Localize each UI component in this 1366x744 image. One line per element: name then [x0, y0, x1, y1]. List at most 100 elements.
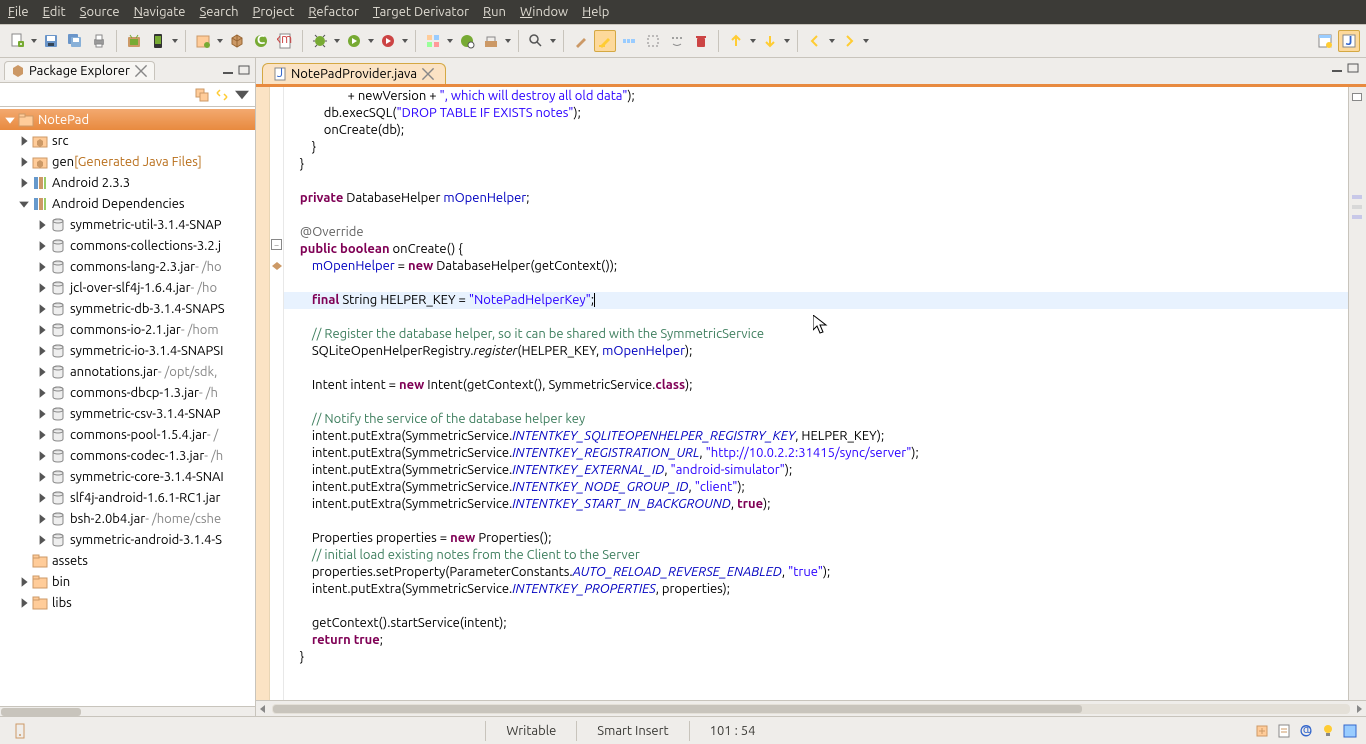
tree-item[interactable]: bin	[0, 571, 255, 592]
dropdown-icon[interactable]	[862, 30, 870, 52]
dropdown-icon[interactable]	[828, 30, 836, 52]
menu-run[interactable]: Run	[483, 5, 506, 19]
search-button[interactable]	[525, 30, 547, 52]
minimize-button[interactable]	[221, 64, 235, 76]
print-button[interactable]	[88, 30, 110, 52]
dropdown-icon[interactable]	[171, 30, 179, 52]
toggle-mark-button[interactable]	[570, 30, 592, 52]
toggle-breadcrumb-button[interactable]	[618, 30, 640, 52]
menu-search[interactable]: Search	[199, 5, 238, 19]
android-sdk-button[interactable]	[123, 30, 145, 52]
dropdown-icon[interactable]	[504, 30, 512, 52]
collapse-all-icon[interactable]	[195, 88, 209, 102]
new-project-button[interactable]	[192, 30, 214, 52]
tree-item[interactable]: assets	[0, 550, 255, 571]
menu-navigate[interactable]: Navigate	[134, 5, 186, 19]
new-class-button[interactable]: C	[250, 30, 272, 52]
dropdown-icon[interactable]	[549, 30, 557, 52]
folding-bar[interactable]: −	[270, 87, 284, 700]
dropdown-icon[interactable]	[367, 30, 375, 52]
editor-tab[interactable]: J NotePadProvider.java	[262, 63, 446, 84]
dropdown-icon[interactable]	[216, 30, 224, 52]
run-button[interactable]	[343, 30, 365, 52]
editor-horizontal-scrollbar[interactable]	[256, 700, 1366, 716]
close-icon[interactable]	[421, 67, 435, 81]
package-explorer-tab[interactable]: Package Explorer	[4, 61, 155, 80]
close-icon[interactable]	[134, 64, 148, 78]
maximize-button[interactable]	[237, 64, 251, 76]
tree-item[interactable]: Android 2.3.3	[0, 172, 255, 193]
menu-edit[interactable]: Edit	[43, 5, 66, 19]
menu-refactor[interactable]: Refactor	[308, 5, 359, 19]
tasks-icon[interactable]	[1276, 723, 1292, 739]
tree-item[interactable]: commons-dbcp-1.3.jar - /h	[0, 382, 255, 403]
tree-item[interactable]: symmetric-db-3.1.4-SNAPS	[0, 298, 255, 319]
tree-item[interactable]: commons-collections-3.2.j	[0, 235, 255, 256]
open-perspective-button[interactable]	[1314, 30, 1336, 52]
next-annotation-button[interactable]	[759, 30, 781, 52]
tree-item[interactable]: src	[0, 130, 255, 151]
code-editor[interactable]: + newVersion + ", which will destroy all…	[284, 87, 1348, 700]
save-button[interactable]	[40, 30, 62, 52]
dropdown-icon[interactable]	[30, 30, 38, 52]
external-tools-button[interactable]	[377, 30, 399, 52]
tree-item[interactable]: slf4j-android-1.6.1-RC1.jar	[0, 487, 255, 508]
menu-window[interactable]: Window	[520, 5, 568, 19]
tree-item[interactable]: symmetric-core-3.1.4-SNAI	[0, 466, 255, 487]
toggle-block-button[interactable]	[642, 30, 664, 52]
tree-item[interactable]: bsh-2.0b4.jar - /home/cshe	[0, 508, 255, 529]
menu-project[interactable]: Project	[253, 5, 295, 19]
save-all-button[interactable]	[64, 30, 86, 52]
trim-icon[interactable]	[1342, 723, 1358, 739]
debug-button[interactable]	[309, 30, 331, 52]
link-icon[interactable]: @	[1298, 723, 1314, 739]
tree-item[interactable]: gen [Generated Java Files]	[0, 151, 255, 172]
menu-help[interactable]: Help	[582, 5, 609, 19]
dropdown-icon[interactable]	[749, 30, 757, 52]
tree-item[interactable]: libs	[0, 592, 255, 613]
tree-item[interactable]: annotations.jar - /opt/sdk,	[0, 361, 255, 382]
marker-bar[interactable]	[256, 87, 270, 700]
back-button[interactable]	[804, 30, 826, 52]
android-avd-button[interactable]	[147, 30, 169, 52]
tree-item[interactable]: symmetric-android-3.1.4-S	[0, 529, 255, 550]
menu-file[interactable]: File	[8, 5, 29, 19]
tree-item[interactable]: NotePad	[0, 109, 255, 130]
dropdown-icon[interactable]	[783, 30, 791, 52]
prev-annotation-button[interactable]	[725, 30, 747, 52]
tree-item[interactable]: commons-pool-1.5.4.jar - /	[0, 424, 255, 445]
maximize-button[interactable]	[1346, 62, 1360, 74]
new-xml-button[interactable]: xml	[274, 30, 296, 52]
tree-item[interactable]: commons-io-2.1.jar - /hom	[0, 319, 255, 340]
fold-toggle[interactable]: −	[271, 239, 282, 250]
dropdown-icon[interactable]	[446, 30, 454, 52]
tree-item[interactable]: commons-lang-2.3.jar - /ho	[0, 256, 255, 277]
tree-item[interactable]: Android Dependencies	[0, 193, 255, 214]
open-type-button[interactable]	[456, 30, 478, 52]
tree-item[interactable]: symmetric-util-3.1.4-SNAP	[0, 214, 255, 235]
view-menu-icon[interactable]	[235, 88, 249, 102]
toggle-highlight-button[interactable]	[594, 30, 616, 52]
tree-item[interactable]: symmetric-csv-3.1.4-SNAP	[0, 403, 255, 424]
package-explorer-tree[interactable]: NotePadsrcgen [Generated Java Files]Andr…	[0, 106, 255, 706]
horizontal-scrollbar[interactable]	[0, 706, 255, 716]
show-whitespace-button[interactable]	[666, 30, 688, 52]
tip-icon[interactable]	[1320, 723, 1336, 739]
new-package-button[interactable]	[226, 30, 248, 52]
launch-button[interactable]	[8, 721, 48, 741]
link-editor-icon[interactable]	[215, 88, 229, 102]
tree-item[interactable]: symmetric-io-3.1.4-SNAPSI	[0, 340, 255, 361]
forward-button[interactable]	[838, 30, 860, 52]
updates-icon[interactable]	[1254, 723, 1270, 739]
java-perspective-button[interactable]: J	[1338, 30, 1360, 52]
tree-item[interactable]: jcl-over-slf4j-1.6.4.jar - /ho	[0, 277, 255, 298]
overview-ruler[interactable]	[1348, 87, 1366, 700]
dropdown-icon[interactable]	[401, 30, 409, 52]
new-button[interactable]	[6, 30, 28, 52]
menu-source[interactable]: Source	[80, 5, 120, 19]
minimize-button[interactable]	[1330, 62, 1344, 74]
new-java-button[interactable]	[422, 30, 444, 52]
dropdown-icon[interactable]	[333, 30, 341, 52]
menu-target-derivator[interactable]: Target Derivator	[373, 5, 469, 19]
build-button[interactable]	[480, 30, 502, 52]
